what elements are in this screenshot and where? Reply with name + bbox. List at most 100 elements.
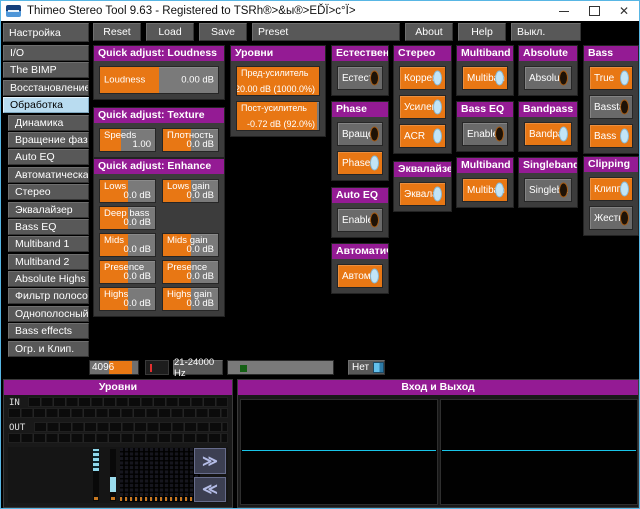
buffer-size-value: 4096 (92, 362, 114, 373)
panel-auto-eq: Auto EQ Enable (331, 187, 389, 238)
speeds-slider[interactable]: Speeds 1.00 (99, 128, 156, 152)
pre-amp-slider[interactable]: Пред-усилитель +20.00 dB (1000.0%) (236, 66, 320, 96)
maximize-button[interactable] (579, 1, 609, 21)
stereo-boost-toggle[interactable]: Усилен (399, 95, 446, 119)
bass-eq-enable-toggle[interactable]: Enable (462, 122, 508, 146)
sidebar-header-settings[interactable]: Настройка (3, 23, 89, 42)
reset-button[interactable]: Reset (93, 23, 141, 41)
sidebar-item-restoration[interactable]: Восстановление (3, 80, 89, 96)
sidebar-item-bass-effects[interactable]: Bass effects (8, 323, 89, 339)
auto-eq-enable-toggle[interactable]: Enable (337, 208, 383, 232)
load-button[interactable]: Load (146, 23, 194, 41)
slider-value: 0.0 dB (124, 190, 151, 201)
presence-gain-slider[interactable]: Presence 0.0 dB (162, 260, 219, 284)
slider-value: 0.0 dB (124, 244, 151, 255)
panel-bandpass: Bandpass Bandpa (518, 101, 578, 152)
spectrum-peak-dots (120, 497, 200, 501)
panel-multiband-bottom: Multiband Multiban (456, 157, 514, 208)
toggle-label: Коррек (404, 73, 436, 84)
save-button[interactable]: Save (199, 23, 247, 41)
panel-clipping: Clipping Клиппе Жестко (583, 156, 639, 236)
progress-bar[interactable] (227, 360, 334, 375)
toggle-label: Enable (467, 129, 498, 140)
slider-value: 0.00 dB (181, 75, 214, 86)
loudness-slider[interactable]: Loudness 0.00 dB (99, 66, 219, 94)
toggle-label: Absolut (529, 73, 562, 84)
slider-label: Mids (104, 235, 124, 246)
slider-value: 0.0 dB (124, 298, 151, 309)
level-fill (110, 477, 116, 492)
natural-toggle[interactable]: Естеств (337, 66, 383, 90)
clipper-toggle[interactable]: Клиппе (589, 177, 633, 201)
io-scope-panel: Вход и Выход (237, 379, 639, 508)
sidebar-item-multiband-2[interactable]: Multiband 2 (8, 254, 89, 270)
sidebar-item-processing[interactable]: Обработка (3, 97, 89, 113)
about-button[interactable]: About (405, 23, 453, 41)
level-segments (93, 449, 99, 471)
levels-meter-panel: Уровни IN OUT (3, 379, 233, 508)
meter-back-button[interactable]: ≪ (194, 477, 226, 503)
equalizer-toggle[interactable]: Эквала (399, 182, 446, 206)
highs-gain-slider[interactable]: Highs gain 0.0 dB (162, 287, 219, 311)
singleband-toggle[interactable]: Singleba (524, 178, 572, 202)
sidebar-item-auto-eq[interactable]: Auto EQ (8, 149, 89, 165)
multiband-bottom-toggle[interactable]: Multiban (462, 178, 508, 202)
meter-forward-button[interactable]: ≫ (194, 448, 226, 474)
panel-title: Absolute (519, 46, 577, 61)
acr-toggle[interactable]: ACR (399, 124, 446, 148)
highs-slider[interactable]: Highs 0.0 dB (99, 287, 156, 311)
stereo-correction-toggle[interactable]: Коррек (399, 66, 446, 90)
phase-rotation-toggle[interactable]: Вращен (337, 122, 383, 146)
minimize-button[interactable] (549, 1, 579, 21)
panel-quick-enhance: Quick adjust: Enhance Lows 0.0 dB Lows g… (93, 158, 225, 317)
basstardizer-toggle[interactable]: Basstar (589, 95, 633, 119)
sidebar-item-singleband[interactable]: Однополосный (8, 306, 89, 322)
latency-toggle[interactable]: Нет (348, 360, 385, 375)
power-off-button[interactable]: Выкл. (511, 23, 581, 41)
deep-bass-slider[interactable]: Deep bass 0.0 dB (99, 206, 156, 230)
sidebar-item-bass-eq[interactable]: Bass EQ (8, 219, 89, 235)
post-amp-slider[interactable]: Пост-усилитель -0.72 dB (92.0%) (236, 101, 320, 131)
toggle-checkbox-icon (373, 362, 384, 373)
sidebar-item-limiter-clipper[interactable]: Огр. и Клип. (8, 341, 89, 357)
presence-slider[interactable]: Presence 0.0 dB (99, 260, 156, 284)
mids-gain-slider[interactable]: Mids gain 0.0 dB (162, 233, 219, 257)
sidebar-item-multiband-1[interactable]: Multiband 1 (8, 236, 89, 252)
lows-gain-slider[interactable]: Lows gain 0.0 dB (162, 179, 219, 203)
sidebar-item-dynamics[interactable]: Динамика (8, 115, 89, 131)
bass-toggle[interactable]: Bass (589, 124, 633, 148)
panel-phase: Phase Вращен Phase (331, 101, 389, 181)
sidebar-item-stereo[interactable]: Стерео (8, 184, 89, 200)
toggle-knob-icon (370, 269, 379, 284)
sidebar-item-equalizer[interactable]: Эквалайзер (8, 202, 89, 218)
bandpass-toggle[interactable]: Bandpa (524, 122, 572, 146)
sidebar-item-the-bimp[interactable]: The BIMP (3, 62, 89, 78)
sidebar-item-io[interactable]: I/O (3, 45, 89, 61)
phase-toggle[interactable]: Phase (337, 151, 383, 175)
density-slider[interactable]: Плотность 0.0 dB (162, 128, 219, 152)
slider-value: 1.00 (133, 139, 152, 150)
title-bar: Thimeo Stereo Tool 9.63 - Registered to … (1, 1, 639, 21)
help-button[interactable]: Help (458, 23, 506, 41)
sidebar-item-phase-rotation[interactable]: Вращение фазы (8, 132, 89, 148)
panel-title: Bass (584, 46, 638, 61)
lows-slider[interactable]: Lows 0.0 dB (99, 179, 156, 203)
hard-limit-toggle[interactable]: Жестко (589, 206, 633, 230)
true-bass-toggle[interactable]: True (589, 66, 633, 90)
progress-indicator (240, 365, 247, 372)
panel-title: Multiband (457, 158, 513, 173)
close-button[interactable]: ✕ (609, 1, 639, 21)
panel-singleband: Singleband Singleba (518, 157, 578, 208)
absolute-toggle[interactable]: Absolut (524, 66, 572, 90)
spectrum-segments (120, 448, 200, 502)
sidebar-item-automatic[interactable]: Автоматическая (8, 167, 89, 183)
mids-slider[interactable]: Mids 0.0 dB (99, 233, 156, 257)
buffer-size-slider[interactable]: 4096 (89, 360, 139, 375)
automatic-toggle[interactable]: Автома (337, 264, 383, 288)
multiband-top-toggle[interactable]: Multiban (462, 66, 508, 90)
sidebar-item-bandpass-filter[interactable]: Фильтр полосовой (8, 288, 89, 304)
toggle-knob-icon (559, 71, 568, 86)
preset-button[interactable]: Preset (252, 23, 400, 41)
toggle-knob-icon (620, 211, 629, 226)
sidebar-item-absolute-highs[interactable]: Absolute Highs (8, 271, 89, 287)
